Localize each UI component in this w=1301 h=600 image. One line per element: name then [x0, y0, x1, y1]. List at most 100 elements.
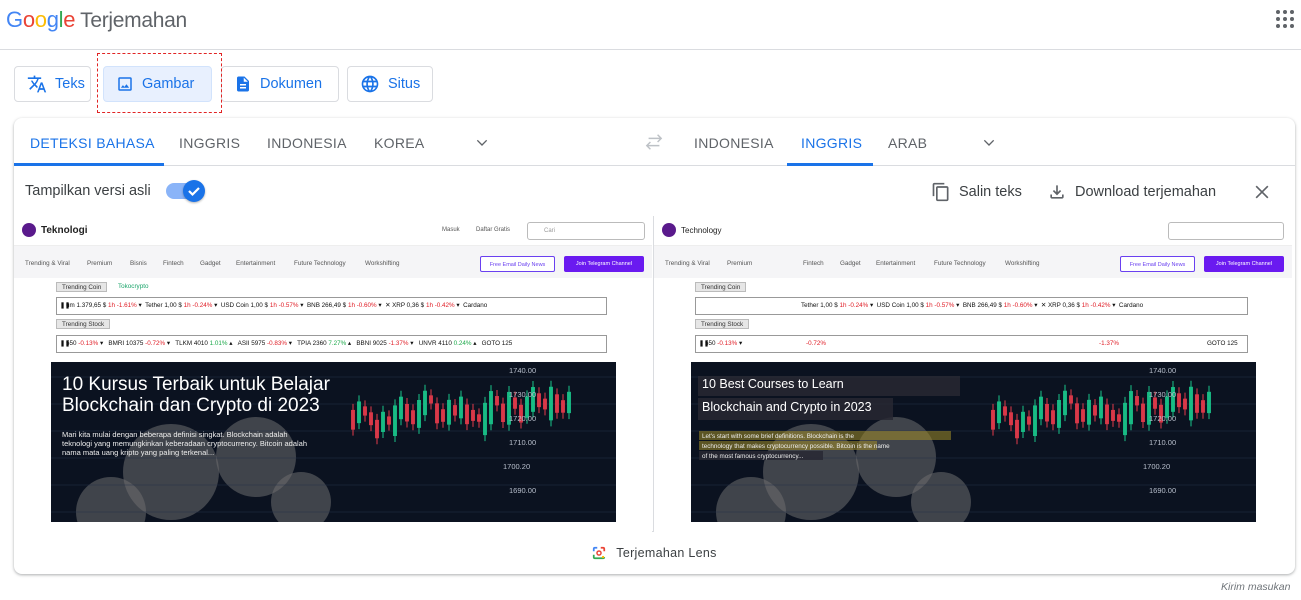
site-nav-item: Gadget [200, 260, 221, 267]
price-label: 1710.00 [509, 438, 537, 447]
price-label: 1740.00 [1149, 366, 1177, 375]
coin-ticker: ❚❚ um 1.379,65 $ 1h -1.61% ▾ Tether 1,00… [56, 297, 607, 315]
hero-description: Let's start with some brief definitions.… [702, 433, 890, 460]
lens-translate-link[interactable]: Terjemahan Lens [14, 532, 1295, 574]
original-image: Teknologi Masuk Daftar Gratis Cari Trend… [14, 216, 652, 532]
source-lang-english[interactable]: INGGRIS [179, 135, 240, 151]
site-search-box [1168, 222, 1284, 240]
site-nav-item: Future Technology [294, 260, 346, 267]
translated-image: Technology Trending & Viral Premium Fint… [654, 216, 1295, 532]
mode-document-button[interactable]: Dokumen [221, 66, 339, 102]
swap-languages-icon[interactable] [643, 133, 665, 151]
show-original-label: Tampilkan versi asli [25, 183, 151, 199]
site-nav: Trending & Viral Premium Fintech Gadget … [654, 246, 1292, 278]
site-nav-item: Fintech [163, 260, 184, 267]
price-label: 1700.20 [503, 462, 531, 471]
copy-text-label: Salin teks [959, 184, 1022, 200]
site-nav-item: Workshifting [1005, 260, 1040, 267]
site-header: Teknologi Masuk Daftar Gratis Cari [14, 216, 652, 246]
close-icon[interactable] [1252, 182, 1272, 202]
site-nav-item: Bisnis [130, 260, 147, 267]
stock-ticker: ❚❚ 550 -0.13% ▾ BMRI 10375 -0.72% ▾ TLKM… [56, 335, 607, 353]
site-nav-item: Workshifting [365, 260, 400, 267]
tokocrypto-logo: Tokocrypto [118, 283, 149, 290]
trending-stock-tag: Trending Stock [695, 319, 750, 329]
mode-website-button[interactable]: Situs [347, 66, 433, 102]
site-header: Technology [654, 216, 1292, 246]
price-label: 1690.00 [1149, 486, 1177, 495]
site-nav: Trending & Viral Premium Bisnis Fintech … [14, 246, 652, 278]
translation-card: DETEKSI BAHASA INGGRIS INDONESIA KOREA I… [14, 118, 1295, 574]
price-label: 1740.00 [509, 366, 537, 375]
site-free-news-button: Free Email Daily News [480, 256, 555, 272]
price-label: 1720.00 [509, 414, 537, 423]
source-lang-detect[interactable]: DETEKSI BAHASA [30, 135, 155, 151]
price-label: 1700.20 [1143, 462, 1171, 471]
site-logo-icon [22, 223, 36, 237]
hero-title: 10 Kursus Terbaik untuk Belajar Blockcha… [62, 374, 330, 416]
site-login-link: Masuk [442, 227, 460, 233]
top-bar: Google Terjemahan [0, 0, 1301, 50]
site-nav-item: Entertainment [236, 260, 276, 267]
mode-text-button[interactable]: Teks [14, 66, 91, 102]
site-nav-item: Premium [87, 260, 113, 267]
lens-label: Terjemahan Lens [616, 546, 717, 560]
site-join-telegram-button: Join Telegram Channel [1204, 256, 1284, 272]
send-feedback-link[interactable]: Kirim masukan [1221, 581, 1290, 593]
target-more-languages-chevron-icon[interactable] [981, 135, 997, 151]
highlight-box [97, 53, 222, 113]
price-label: 1690.00 [509, 486, 537, 495]
site-nav-item: Premium [727, 260, 753, 267]
site-nav-item: Gadget [840, 260, 861, 267]
product-name: Terjemahan [80, 9, 187, 32]
download-label: Download terjemahan [1075, 184, 1217, 200]
copy-icon [932, 182, 949, 202]
site-search-box: Cari [527, 222, 645, 240]
globe-icon [361, 75, 379, 93]
coin-ticker: Tether 1,00 $ 1h -0.24% ▾ USD Coin 1,00 … [695, 297, 1248, 315]
language-bar: DETEKSI BAHASA INGGRIS INDONESIA KOREA I… [14, 118, 1295, 166]
site-free-news-button: Free Email Daily News [1120, 256, 1195, 272]
mode-document-label: Dokumen [260, 76, 323, 92]
target-lang-indonesian[interactable]: INDONESIA [694, 135, 774, 151]
target-lang-arabic[interactable]: ARAB [888, 135, 927, 151]
site-nav-item: Entertainment [876, 260, 916, 267]
trending-coin-tag: Trending Coin [56, 282, 108, 292]
source-lang-korean[interactable]: KOREA [374, 135, 425, 151]
hero-description: Mari kita mulai dengan beberapa definisi… [62, 430, 308, 457]
target-lang-english[interactable]: INGGRIS [801, 135, 862, 151]
copy-text-button[interactable]: Salin teks [931, 182, 1022, 202]
image-comparison: Teknologi Masuk Daftar Gratis Cari Trend… [14, 216, 1295, 532]
site-join-telegram-button: Join Telegram Channel [564, 256, 644, 272]
hero-image: 10 Best Courses to Learn Blockchain and … [691, 362, 1256, 522]
site-search-placeholder: Cari [544, 228, 556, 234]
options-bar: Tampilkan versi asli Salin teks Download… [14, 166, 1295, 216]
google-logo[interactable]: Google Terjemahan [6, 7, 187, 33]
site-register-link: Daftar Gratis [476, 227, 511, 233]
trending-coin-tag: Trending Coin [695, 282, 747, 292]
source-more-languages-chevron-icon[interactable] [474, 135, 490, 151]
price-label: 1720.00 [1149, 414, 1177, 423]
document-icon [237, 76, 249, 92]
translate-icon [27, 75, 47, 93]
mode-text-label: Teks [55, 76, 85, 92]
price-label: 1730.00 [509, 390, 537, 399]
site-nav-item: Fintech [803, 260, 824, 267]
download-translation-button[interactable]: Download terjemahan [1047, 182, 1216, 202]
site-nav-item: Trending & Viral [25, 260, 70, 267]
site-name: Teknologi [41, 225, 88, 236]
trending-stock-tag: Trending Stock [56, 319, 111, 329]
site-name: Technology [681, 226, 722, 235]
download-icon [1050, 185, 1064, 199]
source-lang-indonesian[interactable]: INDONESIA [267, 135, 347, 151]
toggle-check-icon[interactable] [183, 180, 205, 202]
google-lens-icon [593, 546, 606, 560]
site-nav-item: Future Technology [934, 260, 986, 267]
site-nav-item: Trending & Viral [665, 260, 710, 267]
price-label: 1730.00 [1149, 390, 1177, 399]
hero-title: 10 Best Courses to Learn Blockchain and … [702, 377, 872, 414]
mode-website-label: Situs [388, 76, 421, 92]
price-label: 1710.00 [1149, 438, 1177, 447]
apps-grid-icon[interactable] [1276, 10, 1294, 28]
stock-ticker: ❚❚ 550 -0.13% ▾ -0.72% -1.37% GOTO 125 [695, 335, 1248, 353]
